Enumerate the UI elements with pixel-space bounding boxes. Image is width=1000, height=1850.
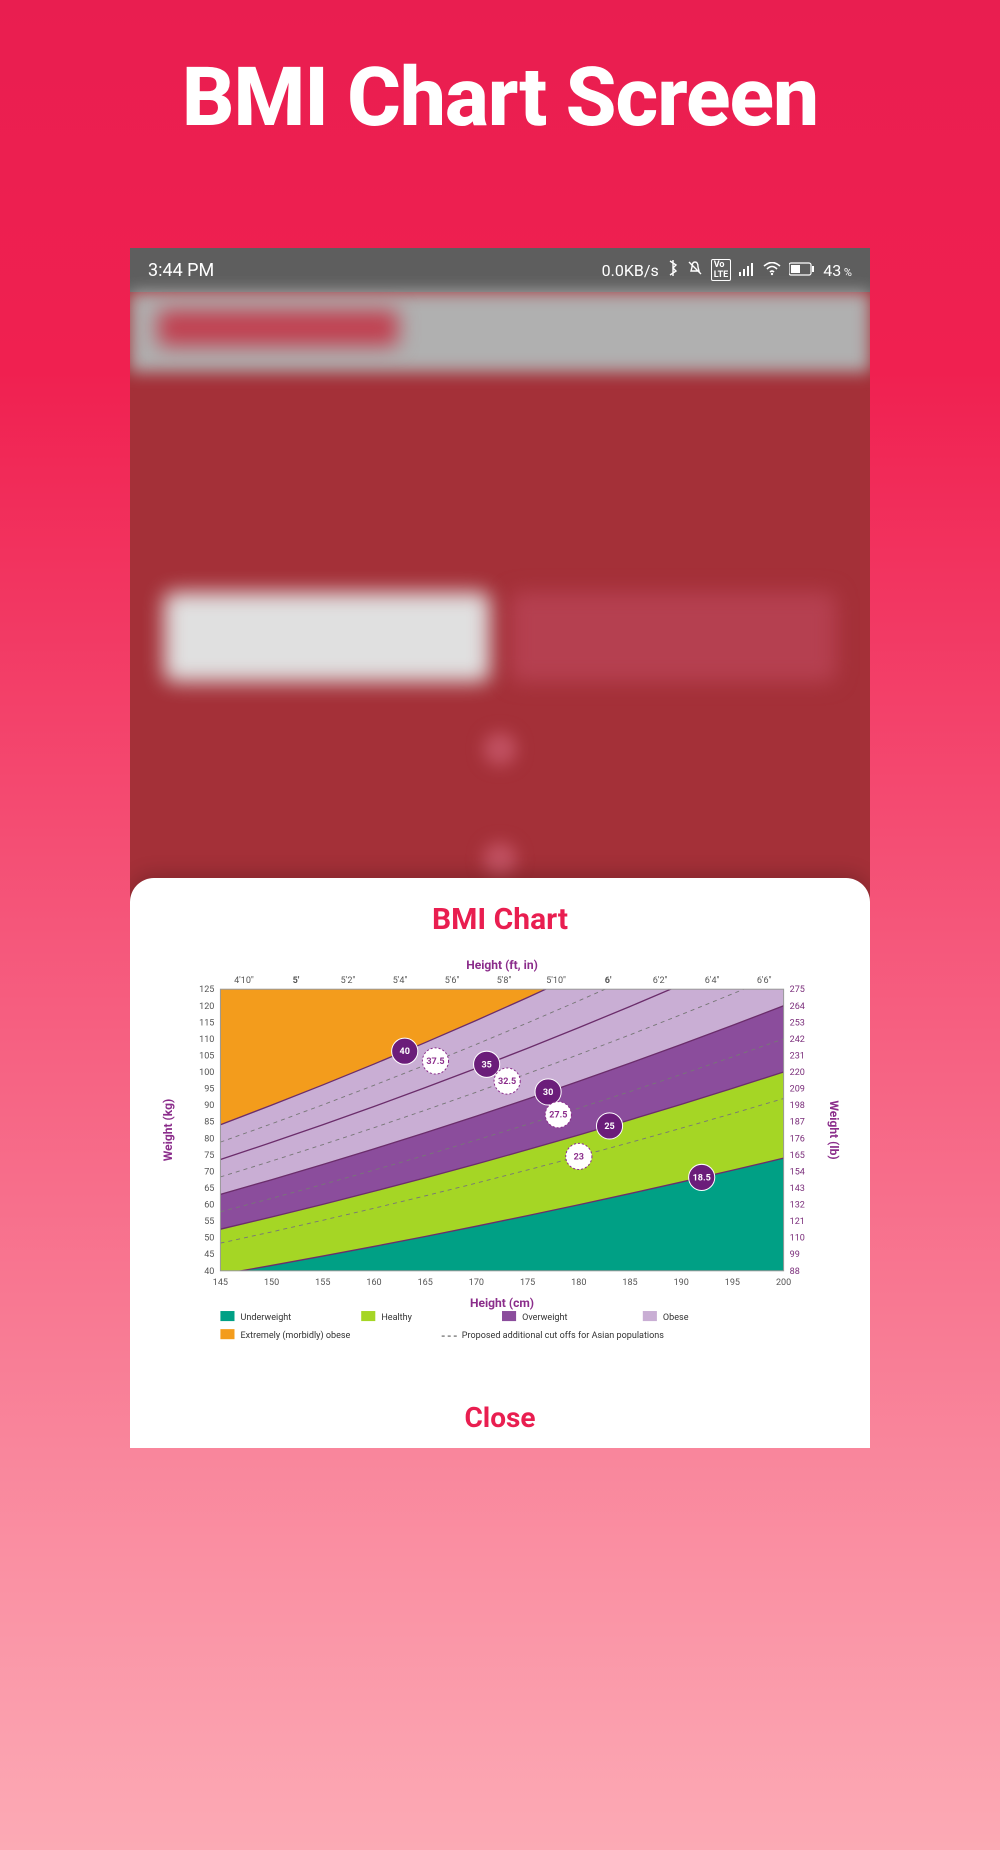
bmi-chart-svg: Height (ft, in) Height (cm) Weight (kg) Wei… (148, 951, 852, 1387)
svg-text:30: 30 (543, 1088, 553, 1098)
svg-text:5'4": 5'4" (393, 976, 408, 986)
svg-text:242: 242 (790, 1035, 805, 1045)
svg-text:150: 150 (264, 1278, 279, 1288)
svg-text:125: 125 (199, 985, 214, 995)
svg-text:37.5: 37.5 (426, 1057, 444, 1067)
svg-text:Extremely (morbidly) obese: Extremely (morbidly) obese (241, 1330, 351, 1341)
svg-text:5'8": 5'8" (497, 976, 512, 986)
svg-text:160: 160 (366, 1278, 381, 1288)
svg-text:23: 23 (574, 1152, 584, 1162)
svg-text:154: 154 (790, 1167, 805, 1177)
svg-text:88: 88 (790, 1267, 800, 1277)
svg-text:Weight (kg): Weight (kg) (161, 1099, 175, 1161)
svg-text:99: 99 (790, 1250, 800, 1260)
svg-text:264: 264 (790, 1002, 805, 1012)
wifi-icon (763, 261, 781, 280)
svg-text:50: 50 (204, 1234, 214, 1244)
svg-text:180: 180 (571, 1278, 586, 1288)
svg-text:45: 45 (204, 1250, 214, 1260)
svg-text:27.5: 27.5 (549, 1111, 567, 1121)
svg-text:55: 55 (204, 1217, 214, 1227)
status-data-rate: 0.0KB/s (602, 261, 659, 280)
svg-text:Overweight: Overweight (522, 1313, 567, 1323)
svg-text:18.5: 18.5 (693, 1173, 711, 1183)
status-time: 3:44 PM (148, 260, 214, 281)
svg-text:Height (ft, in): Height (ft, in) (466, 958, 538, 972)
svg-text:143: 143 (790, 1184, 805, 1194)
svg-text:80: 80 (204, 1134, 214, 1144)
sheet-title: BMI Chart (148, 902, 852, 937)
svg-text:Weight (lb): Weight (lb) (827, 1100, 841, 1159)
svg-text:70: 70 (204, 1167, 214, 1177)
svg-text:6'4": 6'4" (705, 976, 720, 986)
svg-text:100: 100 (199, 1068, 214, 1078)
svg-text:Height (cm): Height (cm) (470, 1296, 534, 1310)
svg-text:185: 185 (622, 1278, 637, 1288)
bmi-chart-sheet: BMI Chart Height (ft, in) Height (cm) Weig… (130, 878, 870, 1448)
svg-text:132: 132 (790, 1201, 805, 1211)
svg-text:105: 105 (199, 1051, 214, 1061)
svg-text:Healthy: Healthy (381, 1313, 412, 1323)
svg-text:95: 95 (204, 1085, 214, 1095)
svg-text:75: 75 (204, 1151, 214, 1161)
svg-text:115: 115 (199, 1018, 214, 1028)
svg-text:145: 145 (213, 1278, 228, 1288)
svg-text:90: 90 (204, 1101, 214, 1111)
close-button[interactable]: Close (148, 1387, 852, 1448)
svg-text:176: 176 (790, 1134, 805, 1144)
svg-text:170: 170 (469, 1278, 484, 1288)
svg-text:120: 120 (199, 1002, 214, 1012)
svg-text:231: 231 (790, 1051, 805, 1061)
svg-text:253: 253 (790, 1018, 805, 1028)
battery-icon (789, 261, 815, 280)
svg-text:200: 200 (776, 1278, 791, 1288)
svg-text:5'6": 5'6" (445, 976, 460, 986)
svg-text:35: 35 (481, 1060, 491, 1070)
svg-text:6'2": 6'2" (653, 976, 668, 986)
battery-percent: 43 % (823, 261, 852, 280)
svg-text:275: 275 (790, 985, 805, 995)
svg-text:5': 5' (293, 976, 300, 986)
page-title: BMI Chart Screen (0, 0, 1000, 146)
svg-text:187: 187 (790, 1118, 805, 1128)
svg-text:110: 110 (790, 1234, 805, 1244)
svg-text:85: 85 (204, 1118, 214, 1128)
status-bar: 3:44 PM 0.0KB/s VoLTE 43 % (130, 248, 870, 292)
svg-text:32.5: 32.5 (498, 1077, 516, 1087)
svg-text:65: 65 (204, 1184, 214, 1194)
svg-text:5'2": 5'2" (341, 976, 356, 986)
signal-icon (739, 261, 755, 280)
svg-text:Underweight: Underweight (241, 1313, 292, 1323)
svg-text:165: 165 (418, 1278, 433, 1288)
svg-text:110: 110 (199, 1035, 214, 1045)
svg-text:190: 190 (674, 1278, 689, 1288)
svg-text:4'10": 4'10" (234, 976, 254, 986)
volte-icon: VoLTE (711, 259, 732, 281)
svg-text:121: 121 (790, 1217, 805, 1227)
svg-text:40: 40 (204, 1267, 214, 1277)
svg-text:220: 220 (790, 1068, 805, 1078)
svg-text:Obese: Obese (663, 1313, 689, 1323)
svg-text:40: 40 (400, 1047, 410, 1057)
svg-text:25: 25 (604, 1122, 614, 1132)
status-right: 0.0KB/s VoLTE 43 % (602, 259, 852, 281)
svg-text:209: 209 (790, 1085, 805, 1095)
phone-frame: 3:44 PM 0.0KB/s VoLTE 43 % (130, 248, 870, 1448)
svg-text:165: 165 (790, 1151, 805, 1161)
svg-text:195: 195 (725, 1278, 740, 1288)
bmi-chart: Height (ft, in) Height (cm) Weight (kg) Wei… (148, 951, 852, 1387)
svg-text:Proposed additional cut offs f: Proposed additional cut offs for Asian p… (462, 1331, 664, 1341)
svg-text:155: 155 (315, 1278, 330, 1288)
svg-text:60: 60 (204, 1201, 214, 1211)
mute-icon (687, 260, 703, 280)
svg-text:5'10": 5'10" (546, 976, 566, 986)
svg-text:175: 175 (520, 1278, 535, 1288)
svg-text:6': 6' (605, 976, 612, 986)
bluetooth-icon (667, 260, 679, 280)
svg-text:198: 198 (790, 1101, 805, 1111)
svg-text:6'6": 6'6" (757, 976, 772, 986)
